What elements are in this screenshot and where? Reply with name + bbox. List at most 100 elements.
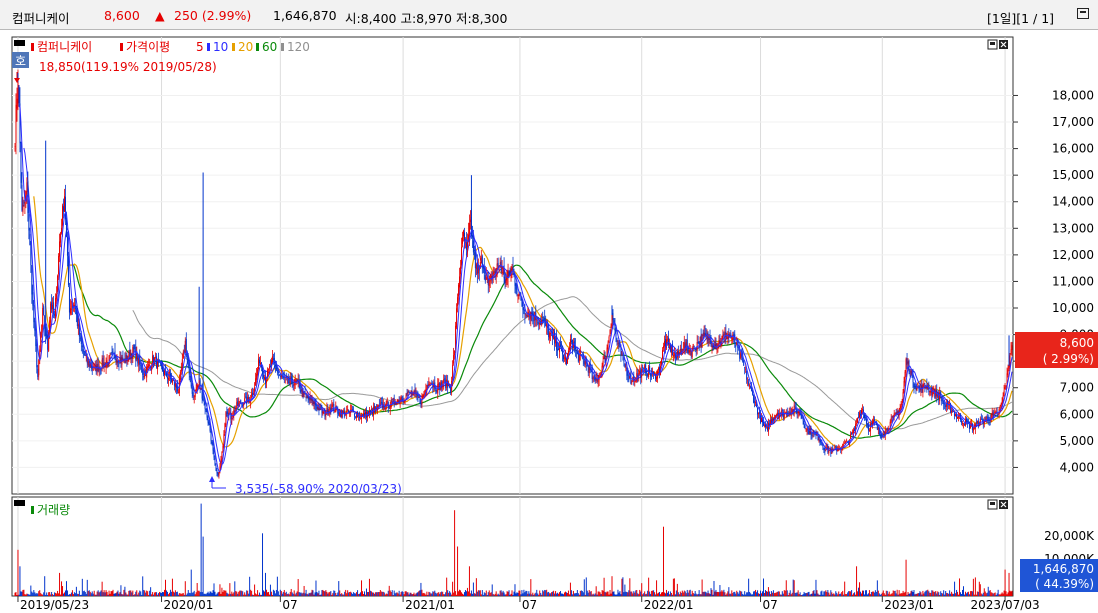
candle-body <box>628 375 630 381</box>
volume-bar <box>827 590 829 596</box>
volume-bar <box>82 591 84 596</box>
volume-bar <box>447 590 449 596</box>
volume-bar <box>753 591 755 596</box>
candle-body <box>312 399 314 405</box>
candle-body <box>753 394 755 403</box>
candle-body <box>518 293 520 296</box>
candle-body <box>944 403 946 405</box>
volume-bar <box>292 593 294 596</box>
panel-collapse-icon[interactable] <box>14 40 25 46</box>
volume-bar <box>23 589 25 596</box>
volume-bar <box>631 591 633 596</box>
candle-body <box>832 448 834 450</box>
volume-bar <box>438 592 440 596</box>
volume-bar <box>401 591 403 596</box>
volume-bar <box>480 594 482 596</box>
volume-bar <box>381 591 383 596</box>
volume-bar <box>806 593 808 596</box>
volume-bar <box>143 589 145 596</box>
volume-bar <box>934 591 936 596</box>
volume-bar <box>444 594 446 596</box>
candle-body <box>857 417 859 423</box>
candle-body <box>727 334 729 340</box>
candle-body <box>363 413 365 416</box>
candle-body <box>76 313 78 326</box>
volume-bar <box>214 591 216 596</box>
min-price-label: 3,535(-58.90% 2020/03/23) <box>235 482 402 496</box>
volume-bar <box>146 590 148 596</box>
candle-body <box>879 434 881 437</box>
volume-bar <box>33 590 35 596</box>
volume-bar <box>841 592 843 596</box>
volume-bar <box>822 594 824 596</box>
volume-bar <box>289 591 291 596</box>
volume-bar <box>253 594 255 596</box>
volume-bar <box>144 590 146 596</box>
candle-body <box>334 411 336 412</box>
candle-body <box>587 366 589 373</box>
volume-bar <box>694 591 696 596</box>
volume-bar <box>662 526 664 596</box>
volume-bar <box>339 590 341 596</box>
candle-body <box>239 401 241 404</box>
candle-body <box>880 435 882 438</box>
candle-body <box>806 429 808 431</box>
candle-body <box>939 392 941 402</box>
candle-body <box>997 413 999 415</box>
volume-bar <box>695 593 697 596</box>
candle-body <box>198 379 200 384</box>
candle-body <box>380 401 382 404</box>
volume-bar <box>505 594 507 596</box>
candle-body <box>905 358 907 373</box>
volume-bar <box>345 589 347 596</box>
volume-bar <box>475 578 477 596</box>
volume-bar <box>179 593 181 596</box>
volume-bar <box>990 592 992 596</box>
candle-body <box>195 388 197 391</box>
volume-bar <box>594 593 596 596</box>
volume-bar <box>771 592 773 596</box>
volume-bar <box>358 594 360 596</box>
volume-bar <box>39 590 41 596</box>
volume-bar <box>599 592 601 596</box>
candle-body <box>723 333 725 335</box>
volume-bar <box>725 594 727 596</box>
volume-bar <box>172 591 174 596</box>
volume-bar <box>792 579 794 596</box>
volume-bar <box>389 590 391 596</box>
volume-bar <box>676 583 678 596</box>
volume-bar <box>207 591 209 596</box>
candle-body <box>999 406 1001 409</box>
volume-bar <box>176 591 178 596</box>
volume-bar <box>44 576 46 596</box>
candle-body <box>460 266 462 274</box>
candle-body <box>420 402 422 405</box>
volume-bar <box>420 582 422 596</box>
volume-bar <box>99 591 101 596</box>
volume-bar <box>698 590 700 596</box>
volume-bar <box>83 590 85 596</box>
volume-bar <box>907 592 909 596</box>
volume-bar <box>374 592 376 596</box>
candle-body <box>87 360 89 366</box>
volume-bar <box>455 591 457 596</box>
volume-bar <box>69 594 71 596</box>
volume-collapse-icon[interactable] <box>14 500 25 506</box>
candle-body <box>869 423 871 432</box>
volume-bar <box>939 594 941 596</box>
candle-body <box>560 344 562 347</box>
candle-body <box>163 369 165 375</box>
candle-body <box>148 364 150 368</box>
candle-body <box>20 142 22 183</box>
volume-bar <box>525 590 527 596</box>
volume-bar <box>303 585 305 596</box>
candle-body <box>506 278 508 281</box>
volume-bar <box>88 590 90 596</box>
volume-bar <box>807 592 809 596</box>
volume-bar <box>960 592 962 596</box>
volume-bar <box>558 593 560 596</box>
volume-bar <box>510 593 512 596</box>
candle-body <box>377 405 379 407</box>
volume-bar <box>267 591 269 596</box>
volume-bar <box>966 592 968 596</box>
